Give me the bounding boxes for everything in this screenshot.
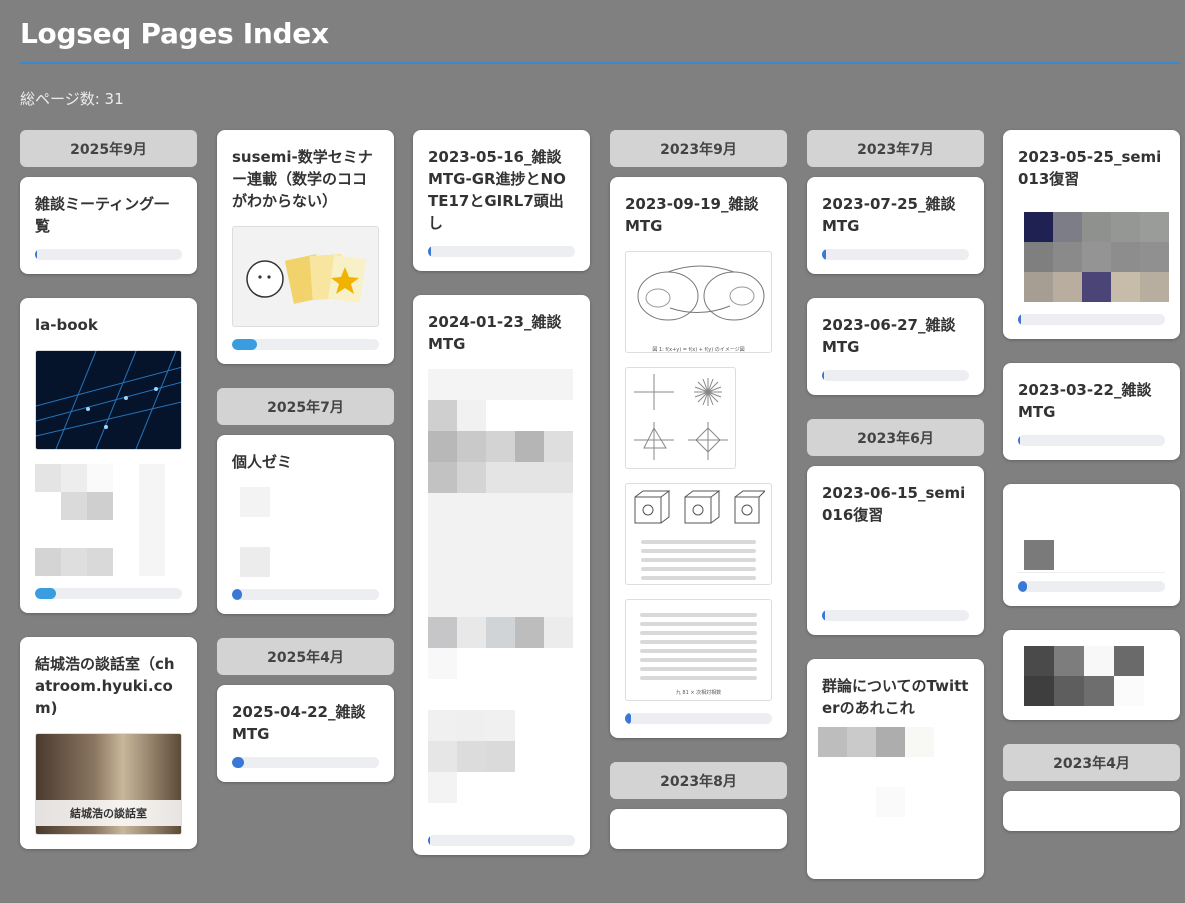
card-title: 結城浩の談話室（chatroom.hyuki.com)	[35, 655, 175, 717]
book-cover-image	[246, 253, 366, 304]
column-6: 2023-05-25_semi013復習 2023-03-22_雑談MTG 20…	[1003, 130, 1180, 855]
card-title: 2023-05-16_雑談MTG-GR進捗とNOTE17とGIRL7頭出し	[428, 148, 566, 232]
diagram-image	[625, 483, 772, 585]
month-header: 2023年8月	[610, 762, 787, 799]
page-card[interactable]: susemi-数学セミナー連載（数学のココがわからない）	[217, 130, 394, 364]
card-title: 2024-01-23_雑談MTG	[428, 313, 562, 353]
page-card[interactable]	[1003, 791, 1180, 831]
card-title: 雑談ミーティング一覧	[35, 195, 170, 235]
page-card[interactable]: 群論についてのTwitterのあれこれ	[807, 659, 984, 879]
card-title: susemi-数学セミナー連載（数学のココがわからない）	[232, 148, 373, 210]
card-title: 個人ゼミ	[232, 453, 293, 471]
progress-bar	[428, 246, 575, 257]
progress-fill	[1018, 435, 1021, 446]
progress-bar	[232, 589, 379, 600]
page-card[interactable]	[610, 809, 787, 849]
column-5: 2023年7月 2023-07-25_雑談MTG 2023-06-27_雑談MT…	[807, 130, 984, 903]
card-title: 群論についてのTwitterのあれこれ	[822, 677, 969, 717]
blurred-image	[240, 487, 379, 577]
progress-bar	[1018, 581, 1165, 592]
progress-fill	[35, 249, 38, 260]
blurred-image	[1024, 212, 1169, 302]
month-header: 2023年7月	[807, 130, 984, 167]
card-thumbnail	[35, 350, 182, 450]
page-card[interactable]: 2023-07-25_雑談MTG	[807, 177, 984, 274]
page-card[interactable]: 個人ゼミ	[217, 435, 394, 614]
progress-fill	[1018, 314, 1021, 325]
progress-fill	[822, 370, 825, 381]
progress-bar	[428, 835, 575, 846]
table-image: 九 81 × 次相対相数	[625, 599, 772, 701]
progress-fill	[428, 246, 431, 257]
total-page-count: 総ページ数: 31	[20, 90, 124, 108]
month-header: 2023年6月	[807, 419, 984, 456]
progress-fill	[1018, 581, 1027, 592]
page-card[interactable]: 2023-06-15_semi016復習	[807, 466, 984, 635]
page-card[interactable]: 雑談ミーティング一覧	[20, 177, 197, 274]
progress-bar	[35, 588, 182, 599]
blurred-image	[1024, 646, 1165, 706]
network-image	[36, 351, 181, 449]
progress-bar	[232, 757, 379, 768]
card-title: 2023-06-27_雑談MTG	[822, 316, 956, 356]
page-card[interactable]: 結城浩の談話室（chatroom.hyuki.com) 結城浩の談話室	[20, 637, 197, 849]
page-header: Logseq Pages Index	[20, 14, 1180, 54]
card-thumbnail	[232, 226, 379, 327]
card-title: 2023-05-25_semi013復習	[1018, 148, 1162, 188]
page-card[interactable]	[1003, 630, 1180, 720]
column-3: 2023-05-16_雑談MTG-GR進捗とNOTE17とGIRL7頭出し 20…	[413, 130, 590, 879]
progress-fill	[822, 249, 827, 260]
banner-caption: 結城浩の談話室	[36, 800, 181, 826]
card-title: 2023-06-15_semi016復習	[822, 484, 966, 524]
card-title: 2023-03-22_雑談MTG	[1018, 381, 1152, 421]
progress-bar	[822, 370, 969, 381]
progress-bar	[1018, 435, 1165, 446]
page-card[interactable]: la-book	[20, 298, 197, 613]
progress-fill	[232, 757, 244, 768]
progress-bar	[232, 339, 379, 350]
column-2: susemi-数学セミナー連載（数学のココがわからない） 2025年7月 個人ゼ…	[217, 130, 394, 806]
page-card[interactable]: 2025-04-22_雑談MTG	[217, 685, 394, 782]
progress-bar	[625, 713, 772, 724]
progress-bar	[35, 249, 182, 260]
progress-bar	[1018, 314, 1165, 325]
page-title: Logseq Pages Index	[20, 17, 329, 50]
card-title: 2023-09-19_雑談MTG	[625, 195, 759, 235]
page-card[interactable]: 2023-05-25_semi013復習	[1003, 130, 1180, 339]
page-card[interactable]: 2023-09-19_雑談MTG 図 1: f(x+y) = f(x) + f(…	[610, 177, 787, 738]
month-header: 2025年9月	[20, 130, 197, 167]
progress-bar	[822, 610, 969, 621]
card-title: la-book	[35, 316, 98, 334]
blurred-image	[428, 369, 575, 803]
card-title: 2023-07-25_雑談MTG	[822, 195, 956, 235]
progress-fill	[625, 713, 631, 724]
month-header: 2023年9月	[610, 130, 787, 167]
blurred-image	[818, 727, 969, 817]
month-header: 2023年4月	[1003, 744, 1180, 781]
page-card[interactable]: 2023-05-16_雑談MTG-GR進捗とNOTE17とGIRL7頭出し	[413, 130, 590, 271]
table-caption: 九 81 × 次相対相数	[675, 690, 722, 696]
progress-fill	[35, 588, 56, 599]
diagram-image: 図 1: f(x+y) = f(x) + f(y) のイメージ図	[625, 251, 772, 353]
blurred-image	[35, 464, 182, 576]
title-divider	[20, 62, 1180, 64]
month-header: 2025年4月	[217, 638, 394, 675]
card-thumbnail: 結城浩の談話室	[35, 733, 182, 835]
column-1: 2025年9月 雑談ミーティング一覧 la-book 結城浩の談話室（chatr…	[20, 130, 197, 873]
page-card[interactable]: 2023-06-27_雑談MTG	[807, 298, 984, 395]
card-title: 2025-04-22_雑談MTG	[232, 703, 366, 743]
progress-fill	[822, 610, 825, 621]
progress-bar	[822, 249, 969, 260]
progress-fill	[232, 589, 243, 600]
page-card[interactable]	[1003, 484, 1180, 606]
month-header: 2025年7月	[217, 388, 394, 425]
page-card[interactable]: 2023-03-22_雑談MTG	[1003, 363, 1180, 460]
blurred-image	[1024, 540, 1165, 570]
progress-fill	[428, 835, 431, 846]
column-4: 2023年9月 2023-09-19_雑談MTG 図 1: f(x+y) = f…	[610, 130, 787, 873]
progress-fill	[232, 339, 257, 350]
diagram-image	[625, 367, 736, 469]
page-card[interactable]: 2024-01-23_雑談MTG	[413, 295, 590, 855]
